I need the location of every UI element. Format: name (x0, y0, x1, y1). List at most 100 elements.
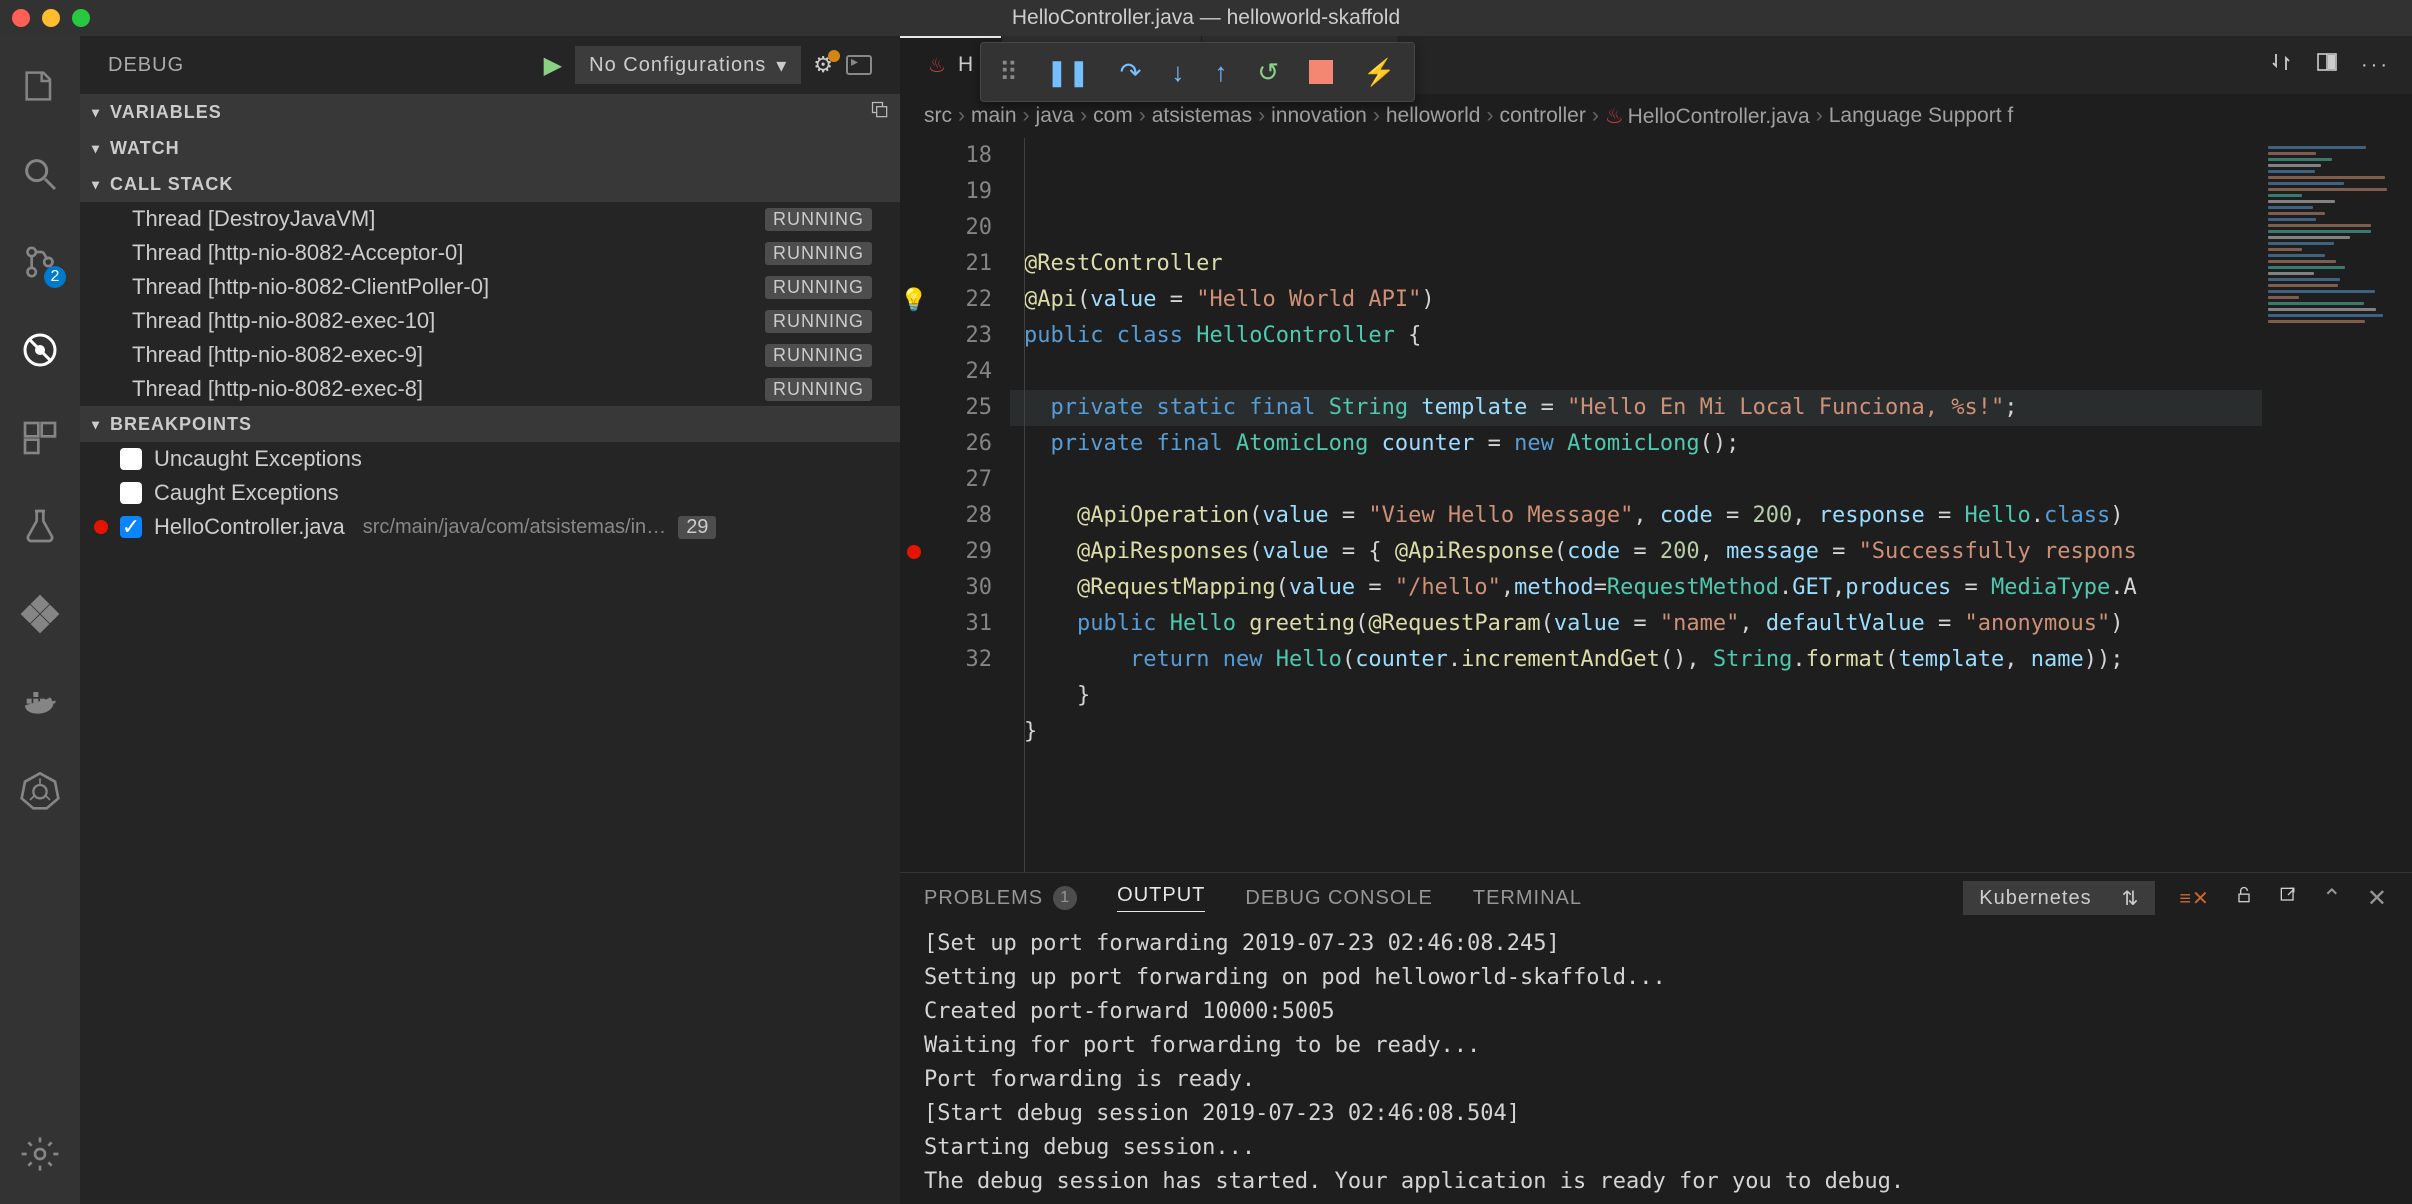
clear-output-icon[interactable]: ≡✕ (2179, 886, 2209, 911)
tab-terminal[interactable]: TERMINAL (1473, 887, 1582, 910)
hot-reload-icon[interactable]: ⚡ (1363, 57, 1395, 88)
maximize-window-icon[interactable] (72, 9, 90, 27)
output-label: OUTPUT (1117, 884, 1205, 907)
diamond-grid-icon[interactable] (18, 592, 62, 636)
extensions-icon[interactable] (18, 416, 62, 460)
breakpoints-header[interactable]: ▾ BREAKPOINTS (80, 406, 900, 442)
callstack-thread[interactable]: Thread [http-nio-8082-exec-10]RUNNING (80, 304, 900, 338)
callstack-thread[interactable]: Thread [http-nio-8082-exec-8]RUNNING (80, 372, 900, 406)
breadcrumb-separator-icon: › (1486, 104, 1493, 128)
breakpoint-dot-icon (94, 520, 108, 534)
code-line[interactable]: return new Hello(counter.incrementAndGet… (1010, 642, 2262, 678)
code-line[interactable] (1010, 750, 2262, 786)
compare-changes-icon[interactable] (2269, 50, 2293, 80)
code-line[interactable]: public Hello greeting(@RequestParam(valu… (1010, 606, 2262, 642)
stop-icon[interactable] (1309, 60, 1333, 84)
breadcrumb-segment[interactable]: java (1036, 104, 1075, 128)
code-line[interactable]: @ApiResponses(value = { @ApiResponse(cod… (1010, 534, 2262, 570)
step-over-icon[interactable]: ↷ (1120, 57, 1142, 88)
debug-console-toggle-icon[interactable] (846, 55, 872, 75)
minimap[interactable] (2262, 138, 2412, 872)
chevron-up-icon[interactable]: ⌃ (2322, 884, 2343, 913)
chevron-down-icon: ▾ (92, 140, 100, 157)
breakpoint-file-name: HelloController.java (154, 514, 345, 540)
breadcrumb-segment[interactable]: controller (1499, 104, 1585, 128)
code-line[interactable]: private static final String template = "… (1010, 390, 2262, 426)
split-editor-icon[interactable] (2315, 50, 2339, 80)
tab-output[interactable]: OUTPUT (1117, 884, 1205, 912)
breadcrumb-separator-icon: › (1023, 104, 1030, 128)
beaker-icon[interactable] (18, 504, 62, 548)
thread-state: RUNNING (765, 378, 872, 401)
callstack-thread[interactable]: Thread [DestroyJavaVM]RUNNING (80, 202, 900, 236)
drag-handle-icon[interactable]: ⠿ (999, 57, 1016, 88)
breadcrumb-segment[interactable]: main (971, 104, 1017, 128)
start-debug-icon[interactable]: ▶ (544, 51, 563, 80)
callstack-title: CALL STACK (110, 174, 233, 195)
debug-icon[interactable] (18, 328, 62, 372)
lightbulb-icon[interactable]: 💡 (900, 288, 927, 313)
code-line[interactable]: @ApiOperation(value = "View Hello Messag… (1010, 498, 2262, 534)
configure-debug-icon[interactable]: ⚙ (813, 52, 834, 78)
variables-header[interactable]: ▾ VARIABLES (80, 94, 900, 130)
debug-config-select[interactable]: No Configurations ▾ (575, 46, 801, 84)
more-actions-icon[interactable]: ··· (2361, 54, 2390, 77)
open-file-icon[interactable] (2278, 885, 2298, 911)
close-window-icon[interactable] (12, 9, 30, 27)
checkbox-checked-icon[interactable]: ✓ (120, 516, 142, 538)
code-line[interactable] (1010, 462, 2262, 498)
debug-config-label: No Configurations (589, 54, 766, 77)
breakpoint-caught[interactable]: Caught Exceptions (80, 476, 900, 510)
explorer-icon[interactable] (18, 64, 62, 108)
code-line[interactable]: } (1010, 678, 2262, 714)
callstack-thread[interactable]: Thread [http-nio-8082-ClientPoller-0]RUN… (80, 270, 900, 304)
debug-toolbar[interactable]: ⠿ ❚❚ ↷ ↓ ↑ ↺ ⚡ (980, 42, 1415, 102)
code-editor[interactable]: 💡 181920212223242526272829303132 @RestCo… (900, 138, 2412, 872)
code-line[interactable]: @Api(value = "Hello World API") (1010, 282, 2262, 318)
breakpoint-dot-icon[interactable] (907, 545, 921, 559)
step-into-icon[interactable]: ↓ (1171, 57, 1184, 88)
kubernetes-icon[interactable] (18, 768, 62, 812)
breadcrumb-segment[interactable]: com (1093, 104, 1133, 128)
callstack-thread[interactable]: Thread [http-nio-8082-Acceptor-0]RUNNING (80, 236, 900, 270)
breadcrumb-segment[interactable]: atsistemas (1152, 104, 1252, 128)
restart-icon[interactable]: ↺ (1257, 57, 1279, 88)
titlebar[interactable]: HelloController.java — helloworld-skaffo… (0, 0, 2412, 36)
code-line[interactable]: public class HelloController { (1010, 318, 2262, 354)
callstack-header[interactable]: ▾ CALL STACK (80, 166, 900, 202)
code-line[interactable]: @RestController (1010, 246, 2262, 282)
watch-title: WATCH (110, 138, 180, 159)
output-channel-select[interactable]: Kubernetes ⇅ (1963, 881, 2155, 915)
output-content[interactable]: [Set up port forwarding 2019-07-23 02:46… (900, 923, 2412, 1204)
breakpoint-uncaught[interactable]: Uncaught Exceptions (80, 442, 900, 476)
thread-state: RUNNING (765, 344, 872, 367)
code-line[interactable]: } (1010, 714, 2262, 750)
breadcrumb-segment[interactable]: ♨HelloController.java (1605, 104, 1810, 129)
breadcrumb-segment[interactable]: innovation (1271, 104, 1367, 128)
breadcrumb-segment[interactable]: Language Support f (1829, 104, 2014, 128)
settings-gear-icon[interactable] (18, 1132, 62, 1176)
step-out-icon[interactable]: ↑ (1214, 57, 1227, 88)
close-panel-icon[interactable]: ✕ (2367, 884, 2388, 913)
tab-problems[interactable]: PROBLEMS 1 (924, 886, 1077, 910)
source-control-icon[interactable]: 2 (18, 240, 62, 284)
checkbox-unchecked-icon[interactable] (120, 448, 142, 470)
breakpoints-panel: ▾ BREAKPOINTS Uncaught Exceptions Caught… (80, 406, 900, 544)
callstack-thread[interactable]: Thread [http-nio-8082-exec-9]RUNNING (80, 338, 900, 372)
docker-icon[interactable] (18, 680, 62, 724)
checkbox-unchecked-icon[interactable] (120, 482, 142, 504)
code-line[interactable]: @RequestMapping(value = "/hello",method=… (1010, 570, 2262, 606)
pause-icon[interactable]: ❚❚ (1046, 57, 1090, 88)
breakpoint-file[interactable]: ✓ HelloController.java src/main/java/com… (80, 510, 900, 544)
collapse-all-icon[interactable] (870, 100, 890, 125)
watch-header[interactable]: ▾ WATCH (80, 130, 900, 166)
code-line[interactable]: private final AtomicLong counter = new A… (1010, 426, 2262, 462)
lock-scroll-icon[interactable] (2234, 885, 2254, 911)
code-line[interactable] (1010, 354, 2262, 390)
minimize-window-icon[interactable] (42, 9, 60, 27)
tab-debug-console[interactable]: DEBUG CONSOLE (1245, 887, 1432, 910)
search-icon[interactable] (18, 152, 62, 196)
breadcrumb-segment[interactable]: helloworld (1386, 104, 1481, 128)
tab-label: H (958, 53, 973, 77)
breadcrumb-segment[interactable]: src (924, 104, 952, 128)
